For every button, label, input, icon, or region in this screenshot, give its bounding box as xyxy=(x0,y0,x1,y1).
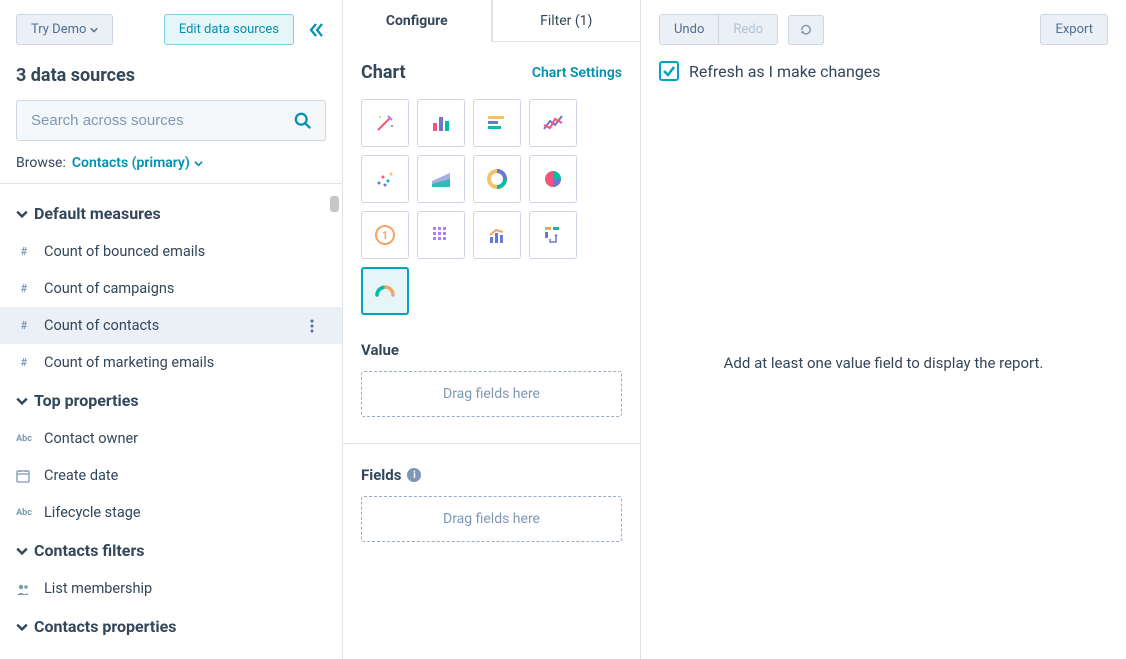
chart-type-area[interactable] xyxy=(417,155,465,203)
collapse-panel-icon[interactable] xyxy=(306,20,326,40)
calendar-icon xyxy=(16,469,32,483)
section-contacts-filters[interactable]: Contacts filters xyxy=(0,531,342,570)
undo-label: Undo xyxy=(674,22,704,37)
empty-message: Add at least one value field to display … xyxy=(724,354,1044,372)
undo-button[interactable]: Undo xyxy=(659,14,719,45)
chart-type-hbar[interactable] xyxy=(473,99,521,147)
tab-configure[interactable]: Configure xyxy=(343,0,492,42)
search-input[interactable] xyxy=(16,100,326,141)
chart-type-donut[interactable] xyxy=(473,155,521,203)
text-icon: Abc xyxy=(16,508,32,518)
redo-button[interactable]: Redo xyxy=(719,14,778,45)
svg-text:1: 1 xyxy=(382,229,388,242)
text-icon: Abc xyxy=(16,434,32,444)
refresh-icon xyxy=(799,23,813,37)
section-top-properties[interactable]: Top properties xyxy=(0,381,342,420)
chart-type-line[interactable] xyxy=(529,99,577,147)
export-label: Export xyxy=(1055,22,1093,37)
section-title: Default measures xyxy=(34,204,161,223)
chart-type-magic[interactable] xyxy=(361,99,409,147)
chevron-down-icon xyxy=(16,621,28,633)
export-button[interactable]: Export xyxy=(1040,14,1108,45)
chart-type-bar[interactable] xyxy=(417,99,465,147)
field-item[interactable]: # Count of marketing emails xyxy=(0,344,342,381)
value-label: Value xyxy=(361,341,622,359)
field-item[interactable]: # Count of campaigns xyxy=(0,270,342,307)
chart-type-gauge[interactable] xyxy=(361,267,409,315)
chart-type-scatter[interactable] xyxy=(361,155,409,203)
edit-data-sources-label: Edit data sources xyxy=(179,22,279,37)
field-label: Lifecycle stage xyxy=(44,504,141,521)
field-item[interactable]: # Count of bounced emails xyxy=(0,233,342,270)
chart-type-pivot[interactable] xyxy=(529,211,577,259)
chart-type-table[interactable] xyxy=(417,211,465,259)
chevron-down-icon xyxy=(16,395,28,407)
field-label: Count of marketing emails xyxy=(44,354,214,371)
scrollbar-thumb[interactable] xyxy=(330,196,339,212)
refresh-checkbox[interactable] xyxy=(659,61,679,81)
section-contacts-properties[interactable]: Contacts properties xyxy=(0,607,342,646)
chart-type-combo[interactable] xyxy=(473,211,521,259)
config-tabs: Configure Filter (1) xyxy=(343,0,640,42)
more-icon[interactable] xyxy=(310,319,326,333)
browse-label: Browse: xyxy=(16,155,66,171)
number-icon: # xyxy=(16,282,32,295)
fields-dropzone[interactable]: Drag fields here xyxy=(361,496,622,542)
chart-type-grid: 1 xyxy=(361,99,622,315)
try-demo-label: Try Demo xyxy=(31,22,86,37)
field-label: List membership xyxy=(44,580,152,597)
check-icon xyxy=(662,64,676,78)
left-panel: Try Demo Edit data sources 3 data source… xyxy=(0,0,343,659)
middle-panel: Configure Filter (1) Chart Chart Setting… xyxy=(343,0,641,659)
chart-type-pie[interactable] xyxy=(529,155,577,203)
chart-settings-link[interactable]: Chart Settings xyxy=(532,65,622,81)
people-icon xyxy=(16,582,32,596)
number-icon: # xyxy=(16,319,32,332)
field-label: Create date xyxy=(44,467,118,484)
data-sources-title: 3 data sources xyxy=(16,65,326,86)
tab-label: Configure xyxy=(386,13,448,29)
field-item[interactable]: # Count of contacts xyxy=(0,307,342,344)
section-title: Contacts properties xyxy=(34,617,176,636)
number-icon: # xyxy=(16,245,32,258)
right-panel: Undo Redo Export Refresh as I make chang… xyxy=(641,0,1126,659)
search-icon[interactable] xyxy=(294,112,312,130)
edit-data-sources-button[interactable]: Edit data sources xyxy=(164,14,294,45)
section-default-measures[interactable]: Default measures xyxy=(0,194,342,233)
divider xyxy=(343,443,640,444)
browse-dropdown[interactable]: Contacts (primary) xyxy=(72,155,203,171)
chevron-down-icon xyxy=(16,545,28,557)
field-item[interactable]: Abc Lifecycle stage xyxy=(0,494,342,531)
tab-filter[interactable]: Filter (1) xyxy=(492,0,641,42)
refresh-checkbox-label: Refresh as I make changes xyxy=(689,62,881,81)
field-label: Count of contacts xyxy=(44,317,159,334)
field-item[interactable]: List membership xyxy=(0,570,342,607)
dropzone-hint: Drag fields here xyxy=(443,386,540,402)
section-title: Contacts filters xyxy=(34,541,145,560)
redo-label: Redo xyxy=(733,22,763,37)
fields-label: Fields xyxy=(361,466,401,484)
field-label: Count of campaigns xyxy=(44,280,174,297)
try-demo-button[interactable]: Try Demo xyxy=(16,14,113,45)
report-empty-state: Add at least one value field to display … xyxy=(659,81,1108,645)
field-label: Contact owner xyxy=(44,430,138,447)
value-dropzone[interactable]: Drag fields here xyxy=(361,371,622,417)
chevron-down-icon xyxy=(90,26,98,34)
browse-value: Contacts (primary) xyxy=(72,155,190,171)
number-icon: # xyxy=(16,356,32,369)
chevron-down-icon xyxy=(194,159,203,168)
chart-section-title: Chart xyxy=(361,62,406,83)
field-label: Count of bounced emails xyxy=(44,243,205,260)
chart-type-kpi[interactable]: 1 xyxy=(361,211,409,259)
refresh-button[interactable] xyxy=(788,15,824,45)
chevron-down-icon xyxy=(16,208,28,220)
field-item[interactable]: Create date xyxy=(0,457,342,494)
info-icon[interactable]: i xyxy=(407,468,421,482)
section-title: Top properties xyxy=(34,391,139,410)
dropzone-hint: Drag fields here xyxy=(443,511,540,527)
field-item[interactable]: Abc Contact owner xyxy=(0,420,342,457)
field-tree[interactable]: Default measures # Count of bounced emai… xyxy=(0,183,342,659)
tab-label: Filter (1) xyxy=(540,13,592,29)
